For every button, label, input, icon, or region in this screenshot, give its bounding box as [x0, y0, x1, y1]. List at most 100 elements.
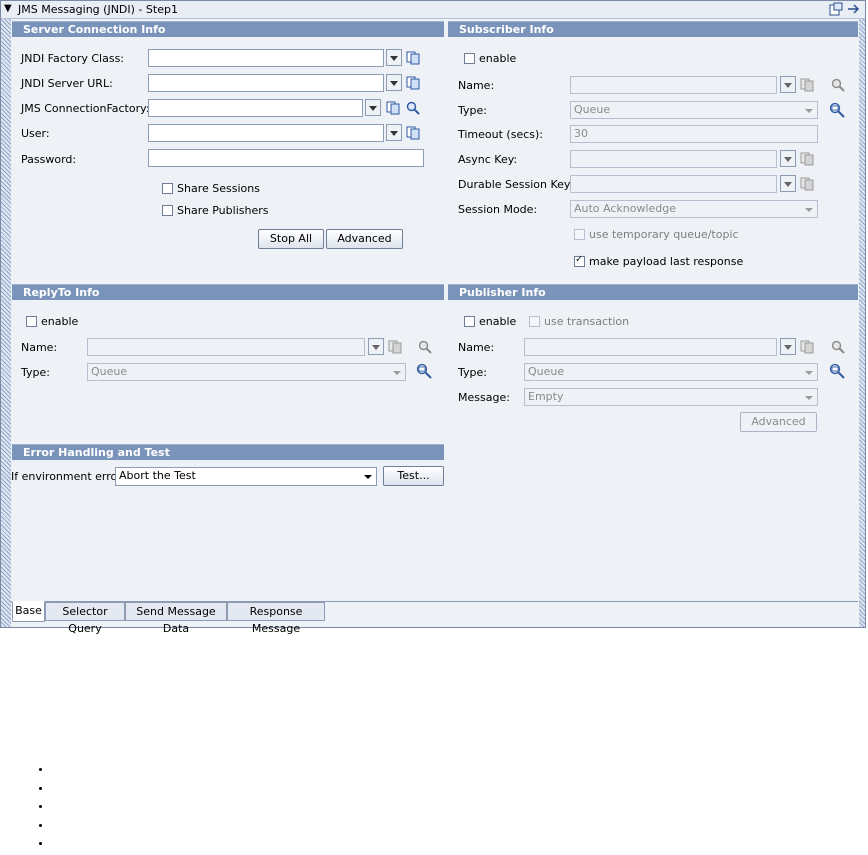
async-key-input[interactable]	[570, 150, 777, 168]
timeout-input[interactable]: 30	[570, 125, 818, 143]
replyto-type-value: Queue	[91, 365, 128, 378]
password-input[interactable]	[148, 149, 424, 167]
share-publishers-checkbox[interactable]	[162, 205, 173, 216]
replyto-name-input[interactable]	[87, 338, 365, 356]
publisher-type-label: Type:	[458, 366, 487, 379]
copy-icon[interactable]	[388, 340, 402, 354]
session-mode-label: Session Mode:	[458, 203, 538, 216]
jndi-factory-label: JNDI Factory Class:	[21, 52, 125, 65]
publisher-type-select[interactable]: Queue	[524, 363, 818, 381]
jms-connection-factory-input[interactable]	[148, 99, 363, 117]
copy-icon[interactable]	[406, 76, 420, 90]
publisher-enable-label: enable	[479, 315, 517, 328]
jndi-server-url-label: JNDI Server URL:	[21, 77, 113, 90]
environment-error-select[interactable]: Abort the Test	[115, 467, 377, 486]
copy-icon[interactable]	[386, 101, 400, 115]
use-transaction-checkbox[interactable]	[529, 316, 540, 327]
subscriber-name-dropdown-button[interactable]	[780, 76, 796, 93]
share-publishers-label: Share Publishers	[177, 204, 269, 217]
subscriber-info-header: Subscriber Info	[448, 21, 858, 37]
jms-connection-factory-dropdown-button[interactable]	[365, 99, 381, 116]
test-button[interactable]: Test...	[383, 466, 444, 486]
tab-base[interactable]: Base	[12, 601, 45, 622]
share-sessions-label: Share Sessions	[177, 182, 260, 195]
user-dropdown-button[interactable]	[386, 124, 402, 141]
replyto-info-header: ReplyTo Info	[12, 284, 444, 300]
chevron-down-icon	[805, 371, 813, 375]
session-mode-value: Auto Acknowledge	[574, 202, 677, 215]
use-transaction-label: use transaction	[544, 315, 630, 328]
queue-browse-icon[interactable]	[829, 102, 846, 118]
search-icon[interactable]	[831, 340, 845, 354]
jndi-factory-input[interactable]	[148, 49, 384, 67]
replyto-name-dropdown-button[interactable]	[368, 338, 384, 355]
replyto-enable-label: enable	[41, 315, 79, 328]
copy-icon[interactable]	[406, 126, 420, 140]
publisher-name-label: Name:	[458, 341, 495, 354]
session-mode-select[interactable]: Auto Acknowledge	[570, 200, 818, 218]
publisher-name-input[interactable]	[524, 338, 777, 356]
password-label: Password:	[21, 153, 77, 166]
search-icon[interactable]	[418, 340, 432, 354]
share-sessions-checkbox[interactable]	[162, 183, 173, 194]
title-bar: ▼ JMS Messaging (JNDI) - Step1	[1, 1, 865, 19]
server-connection-header: Server Connection Info	[12, 21, 444, 37]
publisher-enable-checkbox[interactable]	[464, 316, 475, 327]
window-title: JMS Messaging (JNDI) - Step1	[18, 3, 178, 16]
chevron-down-icon	[393, 371, 401, 375]
left-border-hatch	[1, 19, 11, 627]
subscriber-name-label: Name:	[458, 79, 495, 92]
empty-bullet-list	[40, 762, 52, 855]
jndi-server-url-input[interactable]	[148, 74, 384, 92]
detach-window-icon[interactable]	[829, 2, 843, 16]
environment-error-value: Abort the Test	[119, 469, 196, 482]
replyto-name-label: Name:	[21, 341, 58, 354]
server-advanced-button[interactable]: Advanced	[326, 229, 403, 249]
next-step-arrow-icon[interactable]	[847, 2, 861, 16]
message-select[interactable]: Empty	[524, 388, 818, 406]
chevron-down-icon	[805, 208, 813, 212]
jms-connection-factory-label: JMS ConnectionFactory:	[21, 102, 150, 115]
payload-last-response-label: make payload last response	[589, 255, 744, 268]
durable-session-key-dropdown-button[interactable]	[780, 175, 796, 192]
step-window: ▼ JMS Messaging (JNDI) - Step1	[0, 0, 866, 628]
replyto-type-label: Type:	[21, 366, 50, 379]
durable-session-key-label: Durable Session Key:	[458, 178, 574, 191]
environment-error-label: If environment error:	[11, 470, 126, 483]
stop-all-button[interactable]: Stop All	[258, 229, 324, 249]
publisher-type-value: Queue	[528, 365, 565, 378]
search-icon[interactable]	[406, 101, 420, 115]
tab-send-message-data[interactable]: Send Message Data	[125, 602, 227, 635]
copy-icon[interactable]	[800, 152, 814, 166]
error-handling-header: Error Handling and Test	[12, 444, 444, 460]
copy-icon[interactable]	[800, 78, 814, 92]
subscriber-type-select[interactable]: Queue	[570, 101, 818, 119]
async-key-dropdown-button[interactable]	[780, 150, 796, 167]
subscriber-enable-checkbox[interactable]	[464, 53, 475, 64]
search-icon[interactable]	[831, 78, 845, 92]
message-label: Message:	[458, 391, 510, 404]
queue-browse-icon[interactable]	[829, 363, 846, 379]
temporary-queue-checkbox[interactable]	[574, 229, 585, 240]
copy-icon[interactable]	[406, 51, 420, 65]
payload-last-response-checkbox[interactable]	[574, 254, 585, 267]
queue-browse-icon[interactable]	[416, 363, 433, 379]
subscriber-type-value: Queue	[574, 103, 611, 116]
collapse-triangle-icon[interactable]: ▼	[4, 4, 12, 14]
chevron-down-icon	[364, 475, 372, 479]
replyto-enable-checkbox[interactable]	[26, 316, 37, 327]
replyto-type-select[interactable]: Queue	[87, 363, 406, 381]
copy-icon[interactable]	[800, 340, 814, 354]
subscriber-name-input[interactable]	[570, 76, 777, 94]
copy-icon[interactable]	[800, 177, 814, 191]
right-border-hatch	[859, 19, 865, 627]
timeout-label: Timeout (secs):	[458, 128, 543, 141]
durable-session-key-input[interactable]	[570, 175, 777, 193]
publisher-name-dropdown-button[interactable]	[780, 338, 796, 355]
user-input[interactable]	[148, 124, 384, 142]
tab-response-message[interactable]: Response Message	[227, 602, 325, 635]
jndi-factory-dropdown-button[interactable]	[386, 49, 402, 66]
jndi-server-url-dropdown-button[interactable]	[386, 74, 402, 91]
tab-selector-query[interactable]: Selector Query	[45, 602, 125, 635]
publisher-advanced-button[interactable]: Advanced	[740, 412, 817, 432]
